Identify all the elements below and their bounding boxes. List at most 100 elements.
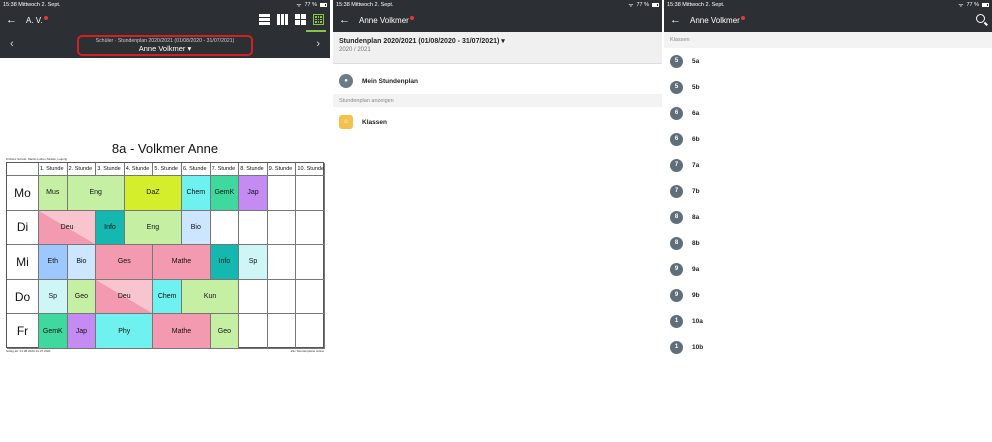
lesson-cell[interactable]: Jap — [239, 176, 268, 211]
classes-icon: ☺ — [339, 115, 353, 129]
notification-dot — [409, 16, 414, 20]
class-item[interactable]: 9 9a — [664, 256, 992, 282]
class-item[interactable]: 1 10a — [664, 308, 992, 334]
classes-item[interactable]: ☺ Klassen — [333, 107, 662, 137]
class-name: 6b — [692, 135, 700, 143]
battery-icon — [982, 2, 989, 7]
class-item[interactable]: 6 6a — [664, 100, 992, 126]
class-item[interactable]: 7 7a — [664, 152, 992, 178]
notification-dot — [740, 16, 745, 20]
class-avatar: 9 — [670, 262, 683, 276]
my-timetable-label: Mein Stundenplan — [362, 77, 418, 85]
footer-validity: Gültig ab: 01.08.2020-31.07.2021 — [6, 349, 51, 353]
day-label: Do — [7, 279, 39, 315]
empty-slot — [296, 279, 325, 315]
lesson-cell[interactable]: GemK — [210, 176, 240, 211]
chevron-left-icon[interactable]: ‹ — [10, 38, 14, 50]
lesson-cell[interactable]: Sp — [39, 279, 68, 315]
notification-dot — [43, 16, 48, 20]
period-header: 10. Stunde — [296, 163, 325, 176]
lesson-cell[interactable]: Eng — [67, 176, 125, 211]
lesson-cell[interactable]: Eth — [39, 245, 68, 280]
empty-slot — [296, 314, 325, 349]
lesson-cell[interactable]: GemK — [39, 314, 68, 349]
back-arrow-icon[interactable]: ← — [670, 15, 681, 26]
lesson-cell[interactable]: Ges — [96, 245, 154, 280]
year-title: Stundenplan 2020/2021 (01/08/2020 - 31/0… — [339, 38, 500, 45]
grid-view-icon[interactable] — [295, 14, 306, 25]
class-name: 8a — [692, 213, 700, 221]
lesson-cell[interactable]: Chem — [182, 176, 211, 211]
section-header: Stundenplan anzeigen — [333, 94, 662, 107]
status-bar: 15:38 Mittwoch 2. Sept. ᯤ 77 % — [333, 0, 662, 9]
class-item[interactable]: 9 9b — [664, 282, 992, 308]
class-item[interactable]: 5 5a — [664, 48, 992, 74]
user-label[interactable]: A. V. — [26, 16, 48, 25]
lesson-cell[interactable]: Phy — [96, 314, 154, 349]
lesson-cell[interactable]: Chem — [153, 279, 182, 315]
class-item[interactable]: 5 5b — [664, 74, 992, 100]
class-item[interactable]: 8 8a — [664, 204, 992, 230]
lesson-cell[interactable]: Eng — [124, 210, 182, 246]
day-view-icon[interactable] — [259, 14, 270, 25]
class-item[interactable]: 6 6b — [664, 126, 992, 152]
lesson-cell[interactable]: Deu — [39, 210, 97, 246]
timetable-selector[interactable]: Schüler · Stundenplan 2020/2021 (01/08/2… — [77, 34, 253, 56]
day-label: Mo — [7, 176, 39, 211]
period-header: 4. Stunde — [124, 163, 154, 176]
day-label: Di — [7, 210, 39, 246]
back-arrow-icon[interactable]: ← — [6, 15, 17, 26]
class-name: 9a — [692, 265, 700, 273]
empty-slot — [267, 314, 297, 349]
dropdown-arrow-icon: ▾ — [187, 43, 192, 53]
class-item[interactable]: 8 8b — [664, 230, 992, 256]
class-avatar: 7 — [670, 158, 683, 172]
class-name: 6a — [692, 109, 700, 117]
search-icon[interactable] — [976, 14, 985, 23]
lesson-cell[interactable]: Bio — [182, 210, 211, 246]
lesson-cell[interactable]: Mus — [39, 176, 68, 211]
class-name: 9b — [692, 291, 700, 299]
dropdown-arrow-icon: ▾ — [501, 38, 505, 45]
class-name: 5b — [692, 83, 700, 91]
battery-icon — [320, 2, 327, 7]
wifi-icon: ᯤ — [296, 2, 302, 9]
lesson-cell[interactable]: Info — [96, 210, 125, 246]
class-name: 10a — [692, 317, 703, 325]
lesson-cell[interactable]: Info — [210, 245, 240, 280]
lesson-cell[interactable]: Geo — [210, 314, 240, 349]
empty-slot — [239, 314, 268, 349]
class-avatar: 6 — [670, 106, 683, 120]
back-arrow-icon[interactable]: ← — [339, 15, 350, 26]
timetable-corner — [7, 163, 39, 176]
lesson-cell[interactable]: DaZ — [124, 176, 182, 211]
class-item[interactable]: 1 10b — [664, 334, 992, 360]
class-avatar: 9 — [670, 288, 683, 302]
lesson-cell[interactable]: Mathe — [153, 314, 211, 349]
lesson-cell[interactable]: Mathe — [153, 245, 211, 280]
wifi-icon: ᯤ — [628, 2, 634, 9]
week-view-icon[interactable] — [277, 14, 288, 25]
lesson-cell[interactable]: Kun — [182, 279, 240, 315]
timetable-year-selector[interactable]: Stundenplan 2020/2021 (01/08/2020 - 31/0… — [333, 32, 662, 64]
battery-text: 77 % — [304, 1, 317, 8]
lesson-cell[interactable]: Geo — [67, 279, 97, 315]
period-header: 1. Stunde — [39, 163, 68, 176]
top-bar: ← A. V. — [0, 9, 330, 32]
period-header: 9. Stunde — [267, 163, 297, 176]
empty-slot — [267, 279, 297, 315]
table-view-icon[interactable] — [313, 14, 324, 25]
lesson-cell[interactable]: Bio — [67, 245, 97, 280]
class-avatar: 1 — [670, 314, 683, 328]
empty-slot — [239, 279, 268, 315]
lesson-cell[interactable]: Sp — [239, 245, 268, 280]
class-avatar: 6 — [670, 132, 683, 146]
class-avatar: 1 — [670, 340, 683, 354]
my-timetable-item[interactable]: ● Mein Stundenplan — [333, 68, 662, 94]
chevron-right-icon[interactable]: › — [316, 38, 320, 50]
class-item[interactable]: 7 7b — [664, 178, 992, 204]
lesson-cell[interactable]: Deu — [96, 279, 154, 315]
status-date: Mittwoch 2. Sept. — [682, 1, 725, 8]
period-header: 2. Stunde — [67, 163, 97, 176]
lesson-cell[interactable]: Jap — [67, 314, 97, 349]
